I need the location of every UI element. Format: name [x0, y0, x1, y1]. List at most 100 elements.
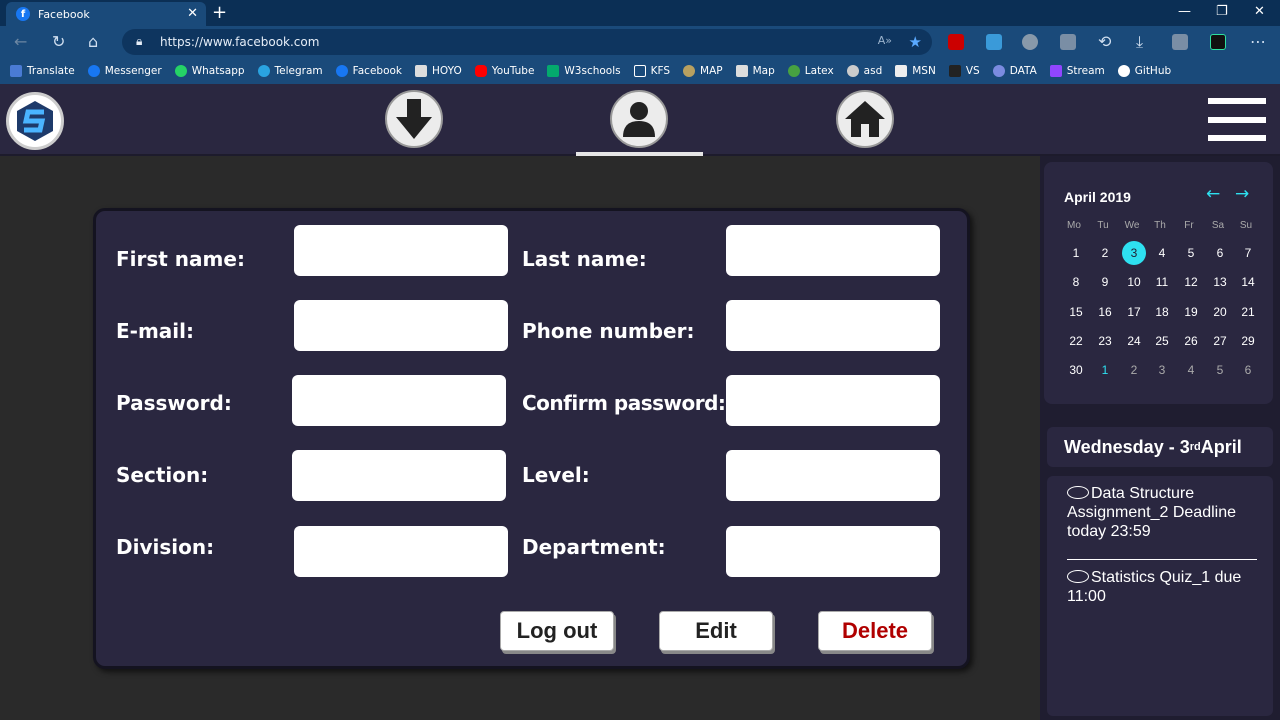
calendar-day[interactable]: 2	[1093, 241, 1117, 265]
minimize-icon[interactable]: —	[1178, 4, 1191, 19]
collections-icon[interactable]	[1172, 34, 1188, 50]
calendar-day[interactable]: 19	[1179, 300, 1203, 324]
calendar-day[interactable]: 13	[1208, 270, 1232, 294]
calendar-day[interactable]: 16	[1093, 300, 1117, 324]
download-arrow-icon	[396, 99, 432, 139]
download-icon[interactable]: ⤓	[1136, 32, 1143, 52]
hamburger-menu-icon[interactable]	[1208, 98, 1266, 142]
bookmark-data[interactable]: DATA	[992, 65, 1037, 77]
calendar-day[interactable]: 22	[1064, 329, 1088, 353]
home-icon[interactable]: ⌂	[88, 32, 98, 51]
extension-icon[interactable]	[986, 34, 1002, 50]
level-input[interactable]	[726, 450, 940, 501]
calendar-day[interactable]: 24	[1122, 329, 1146, 353]
extensions-icon[interactable]	[1060, 34, 1076, 50]
download-button[interactable]	[385, 90, 443, 148]
bookmark-github[interactable]: GitHub	[1117, 65, 1171, 77]
calendar-day[interactable]: 17	[1122, 300, 1146, 324]
calendar-day[interactable]: 29	[1236, 329, 1260, 353]
calendar-day[interactable]: 9	[1093, 270, 1117, 294]
bookmark-msn[interactable]: MSN	[895, 65, 936, 77]
calendar-day-today[interactable]: 3	[1122, 241, 1146, 265]
bookmark-youtube[interactable]: YouTube	[474, 65, 534, 77]
calendar-next-icon[interactable]: →	[1235, 184, 1249, 204]
logout-button[interactable]: Log out	[500, 611, 614, 651]
weekday-label: Su	[1239, 220, 1253, 231]
home-button[interactable]	[836, 90, 894, 148]
bookmark-messenger[interactable]: Messenger	[87, 65, 162, 77]
bookmark-map[interactable]: MAP	[683, 65, 723, 77]
profile-icon[interactable]	[1210, 34, 1226, 50]
delete-button[interactable]: Delete	[818, 611, 932, 651]
globe-icon[interactable]	[1022, 34, 1038, 50]
event-item[interactable]: Data Structure Assignment_2 Deadline tod…	[1067, 484, 1263, 541]
bookmark-w3schools[interactable]: W3schools	[547, 65, 621, 77]
bookmark-whatsapp[interactable]: Whatsapp	[174, 65, 245, 77]
calendar-day[interactable]: 4	[1179, 358, 1203, 382]
event-item[interactable]: Statistics Quiz_1 due 11:00	[1067, 568, 1263, 606]
bookmark-facebook[interactable]: Facebook	[335, 65, 402, 77]
calendar-day[interactable]: 8	[1064, 270, 1088, 294]
profile-button[interactable]	[610, 90, 668, 148]
new-tab-button[interactable]: +	[212, 2, 227, 23]
favorite-star-icon[interactable]: ★	[909, 33, 922, 51]
history-icon[interactable]: ⟲	[1098, 32, 1111, 51]
calendar-day[interactable]: 20	[1208, 300, 1232, 324]
browser-tab[interactable]: f Facebook ✕	[6, 2, 206, 26]
close-window-icon[interactable]: ✕	[1254, 4, 1265, 19]
division-label: Division:	[116, 535, 215, 559]
phone-input[interactable]	[726, 300, 940, 351]
calendar-day[interactable]: 6	[1208, 241, 1232, 265]
calendar-day[interactable]: 21	[1236, 300, 1260, 324]
calendar-day[interactable]: 7	[1236, 241, 1260, 265]
confirm-password-input[interactable]	[726, 375, 940, 426]
read-aloud-icon[interactable]: A»	[878, 34, 892, 47]
address-bar[interactable]: 🔒︎ https://www.facebook.com A» ★	[122, 29, 932, 55]
bookmark-vs[interactable]: VS	[948, 65, 980, 77]
bookmark-latex[interactable]: Latex	[787, 65, 834, 77]
calendar-day[interactable]: 1	[1064, 241, 1088, 265]
calendar-day[interactable]: 12	[1179, 270, 1203, 294]
calendar-day[interactable]: 26	[1179, 329, 1203, 353]
calendar-day[interactable]: 5	[1179, 241, 1203, 265]
section-input[interactable]	[292, 450, 506, 501]
bookmark-map-2[interactable]: Map	[735, 65, 775, 77]
last-name-input[interactable]	[726, 225, 940, 276]
calendar-day[interactable]: 18	[1150, 300, 1174, 324]
password-input[interactable]	[292, 375, 506, 426]
bookmark-telegram[interactable]: Telegram	[257, 65, 323, 77]
calendar-day[interactable]: 1	[1093, 358, 1117, 382]
calendar-day[interactable]: 4	[1150, 241, 1174, 265]
app-logo[interactable]	[6, 92, 64, 150]
bookmark-stream[interactable]: Stream	[1049, 65, 1105, 77]
calendar-day[interactable]: 30	[1064, 358, 1088, 382]
adblock-icon[interactable]	[948, 34, 964, 50]
maximize-icon[interactable]: ❐	[1216, 4, 1228, 19]
edit-button[interactable]: Edit	[659, 611, 773, 651]
calendar-day[interactable]: 11	[1150, 270, 1174, 294]
bookmark-kfs[interactable]: KFS	[633, 65, 670, 77]
calendar-day[interactable]: 3	[1150, 358, 1174, 382]
calendar-day[interactable]: 6	[1236, 358, 1260, 382]
calendar-day[interactable]: 10	[1122, 270, 1146, 294]
first-name-input[interactable]	[294, 225, 508, 276]
department-input[interactable]	[726, 526, 940, 577]
bookmark-asd[interactable]: asd	[846, 65, 882, 77]
close-tab-icon[interactable]: ✕	[187, 6, 198, 21]
calendar-day[interactable]: 27	[1208, 329, 1232, 353]
email-input[interactable]	[294, 300, 508, 351]
bookmark-hoyo[interactable]: HOYO	[415, 65, 462, 77]
calendar-day[interactable]: 5	[1208, 358, 1232, 382]
calendar-day[interactable]: 23	[1093, 329, 1117, 353]
event-divider	[1067, 559, 1257, 560]
calendar-prev-icon[interactable]: ←	[1206, 184, 1220, 204]
bookmark-translate[interactable]: Translate	[10, 65, 75, 77]
calendar-day[interactable]: 14	[1236, 270, 1260, 294]
calendar-day[interactable]: 2	[1122, 358, 1146, 382]
calendar-day[interactable]: 15	[1064, 300, 1088, 324]
refresh-icon[interactable]: ↻	[52, 32, 65, 51]
division-input[interactable]	[294, 526, 508, 577]
more-menu-icon[interactable]: ⋯	[1250, 32, 1266, 51]
calendar-day[interactable]: 25	[1150, 329, 1174, 353]
back-icon[interactable]: ←	[14, 32, 27, 51]
